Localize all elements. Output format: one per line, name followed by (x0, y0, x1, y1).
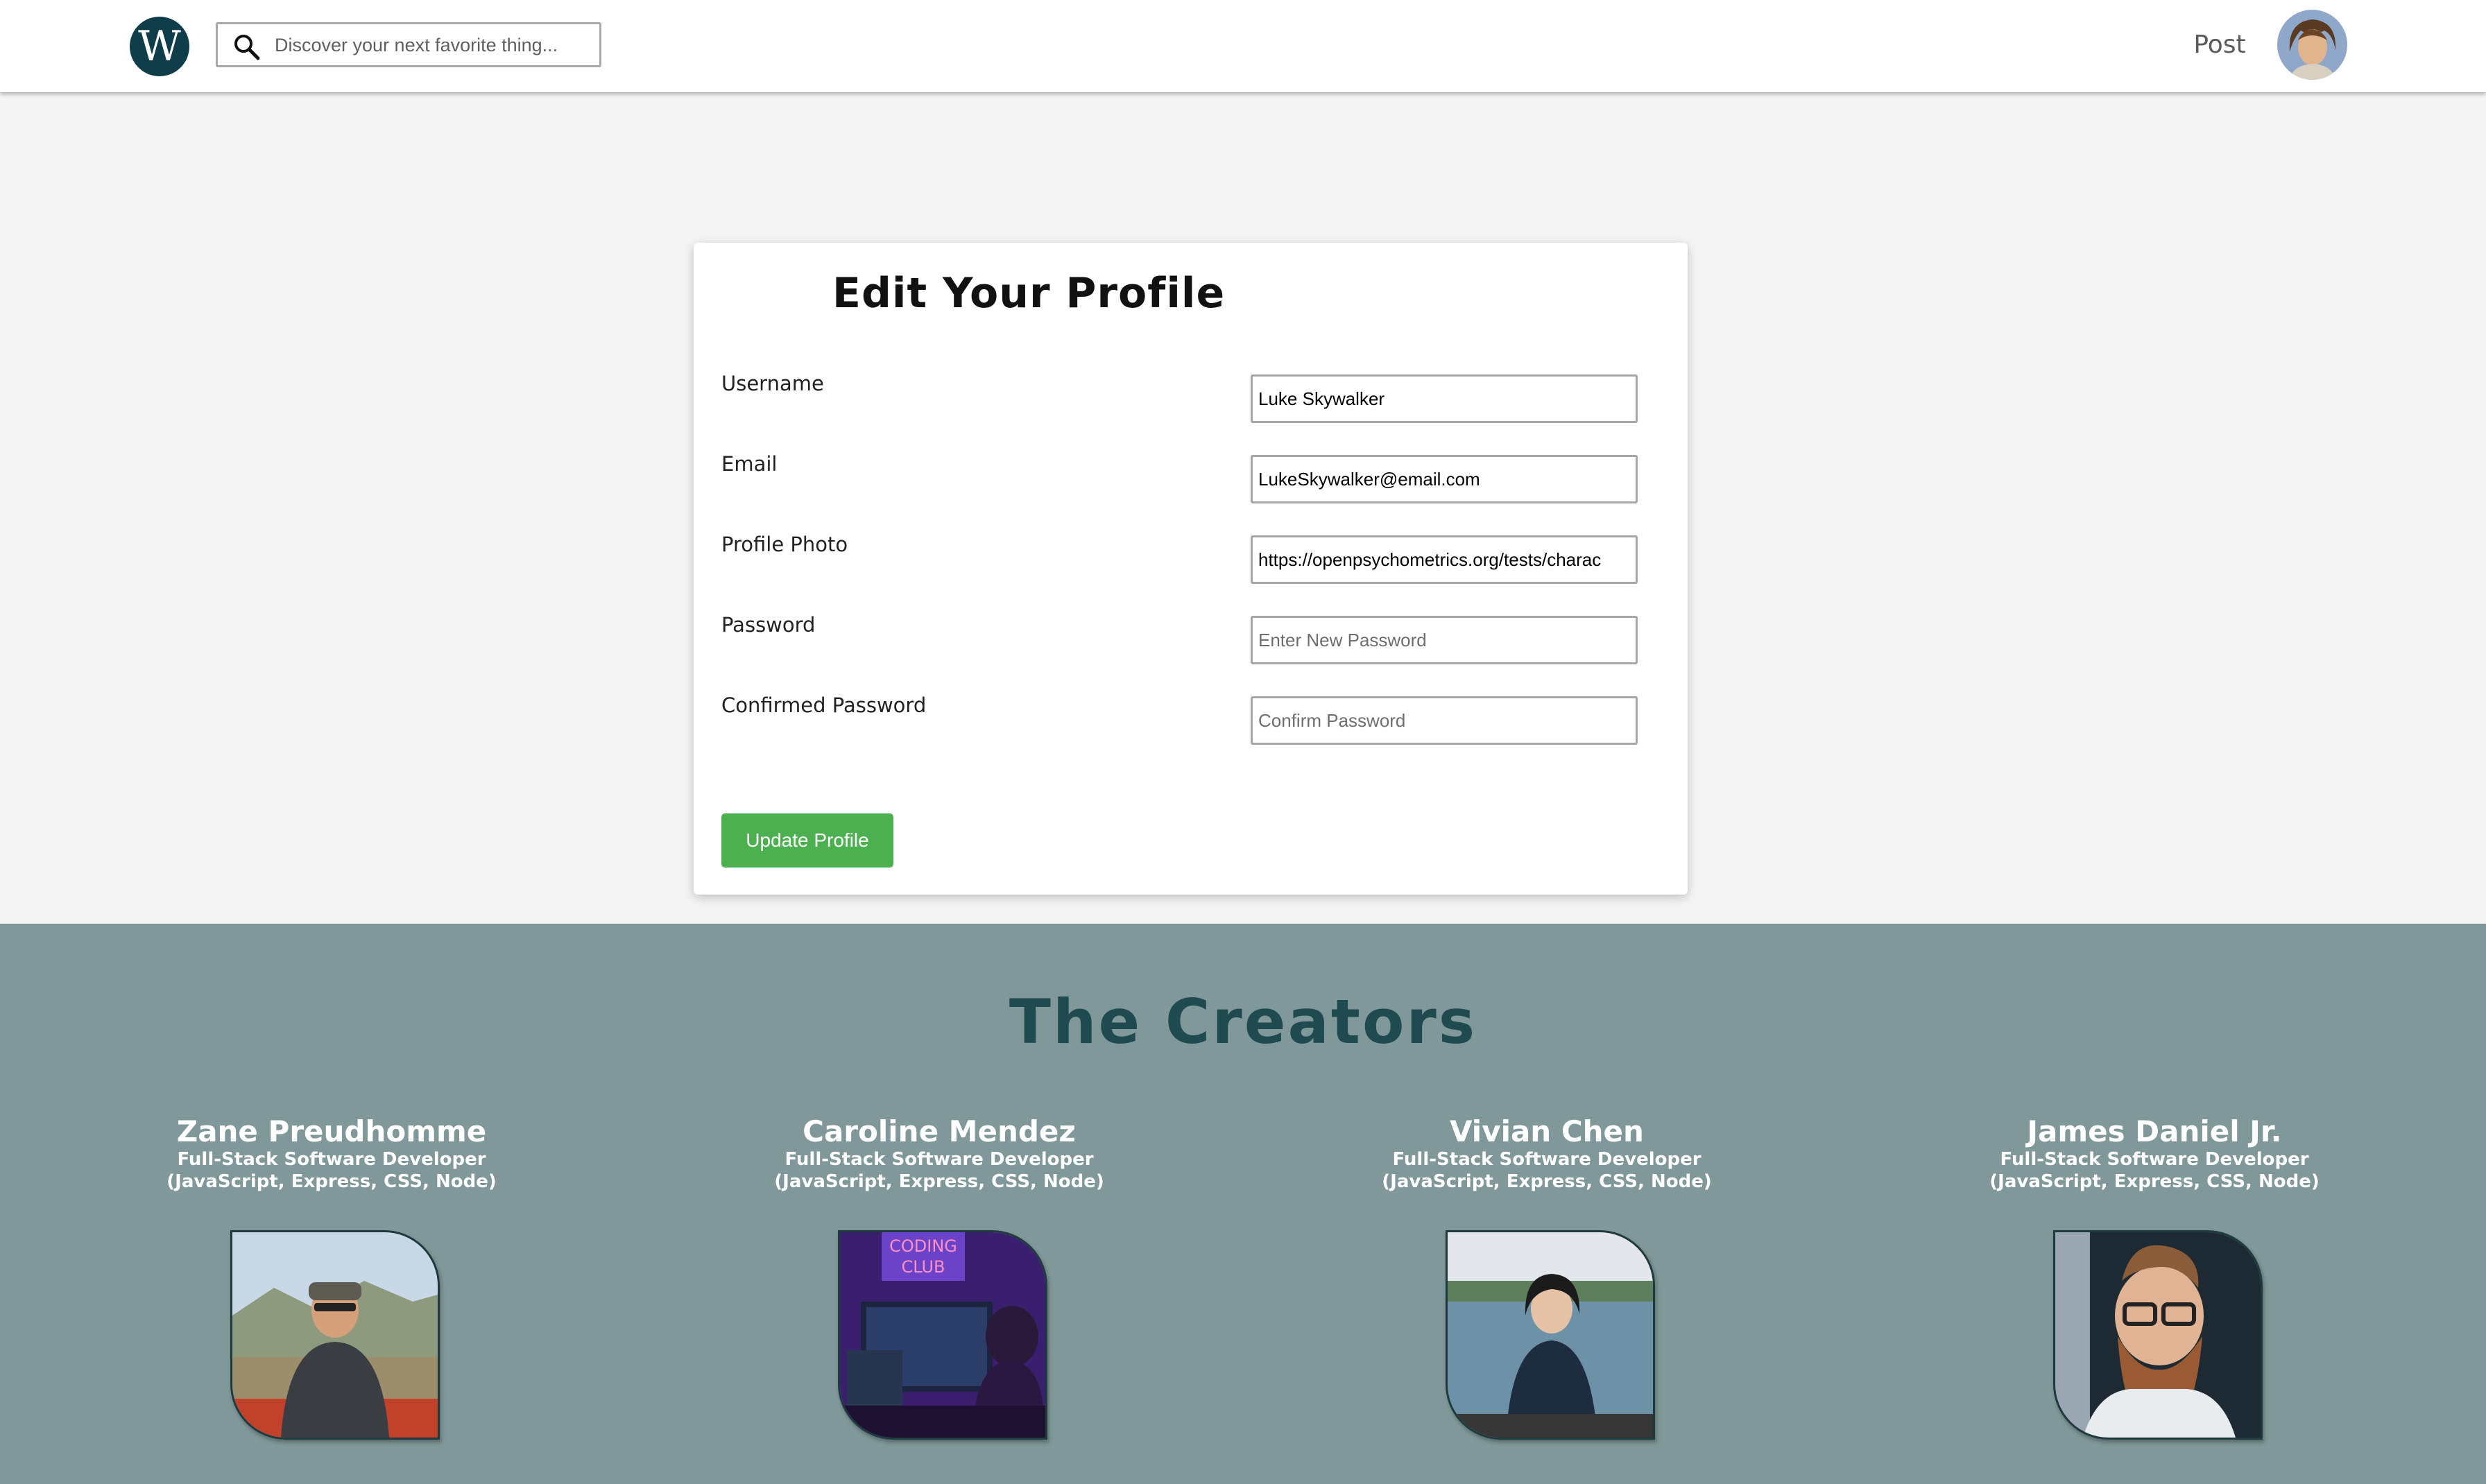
update-profile-button[interactable]: Update Profile (721, 813, 893, 868)
post-link[interactable]: Post (2185, 28, 2254, 62)
email-field[interactable] (1251, 455, 1638, 503)
svg-text:CODING: CODING (889, 1236, 957, 1256)
creator-stack: (JavaScript, Express, CSS, Node) (166, 1171, 497, 1192)
svg-text:CLUB: CLUB (902, 1257, 945, 1277)
confirm-password-field[interactable] (1251, 696, 1638, 745)
logo[interactable]: W (130, 17, 189, 76)
creators-title: The Creators (1009, 986, 1477, 1058)
profile-photo-field[interactable] (1251, 535, 1638, 584)
creator-card: Caroline Mendez Full-Stack Software Deve… (635, 1114, 1243, 1440)
password-field[interactable] (1251, 616, 1638, 664)
password-label: Password (721, 613, 816, 637)
email-label: Email (721, 452, 778, 476)
edit-profile-card: Edit Your Profile Username Email Profile… (694, 243, 1688, 895)
creator-role: Full-Stack Software Developer (1392, 1149, 1701, 1170)
profile-photo-label: Profile Photo (721, 533, 848, 556)
creator-name: Caroline Mendez (803, 1114, 1076, 1148)
creator-card: Zane Preudhomme Full-Stack Software Deve… (28, 1114, 635, 1440)
creator-role: Full-Stack Software Developer (2000, 1149, 2309, 1170)
creator-name: Vivian Chen (1450, 1114, 1644, 1148)
creator-photo (2053, 1230, 2263, 1440)
creator-stack: (JavaScript, Express, CSS, Node) (774, 1171, 1104, 1192)
creator-card: Vivian Chen Full-Stack Software Develope… (1243, 1114, 1851, 1440)
search-bar (216, 22, 601, 67)
page-title: Edit Your Profile (832, 269, 1226, 318)
search-icon (234, 35, 260, 60)
avatar[interactable] (2277, 10, 2347, 80)
username-field[interactable] (1251, 374, 1638, 423)
creator-photo (1446, 1230, 1655, 1440)
creator-name: Zane Preudhomme (176, 1114, 487, 1148)
top-nav: W Post (0, 0, 2486, 92)
creators-section: The Creators Zane Preudhomme Full-Stack … (0, 924, 2486, 1484)
creator-photo (230, 1230, 440, 1440)
creator-role: Full-Stack Software Developer (177, 1149, 486, 1170)
creator-card: James Daniel Jr. Full-Stack Software Dev… (1851, 1114, 2458, 1440)
creator-stack: (JavaScript, Express, CSS, Node) (1989, 1171, 2320, 1192)
search-input[interactable] (273, 24, 595, 67)
creator-role: Full-Stack Software Developer (785, 1149, 1094, 1170)
creator-stack: (JavaScript, Express, CSS, Node) (1382, 1171, 1712, 1192)
creator-photo: CODING CLUB (838, 1230, 1047, 1440)
creator-name: James Daniel Jr. (2027, 1114, 2282, 1148)
confirm-password-label: Confirmed Password (721, 693, 927, 717)
username-label: Username (721, 372, 824, 395)
